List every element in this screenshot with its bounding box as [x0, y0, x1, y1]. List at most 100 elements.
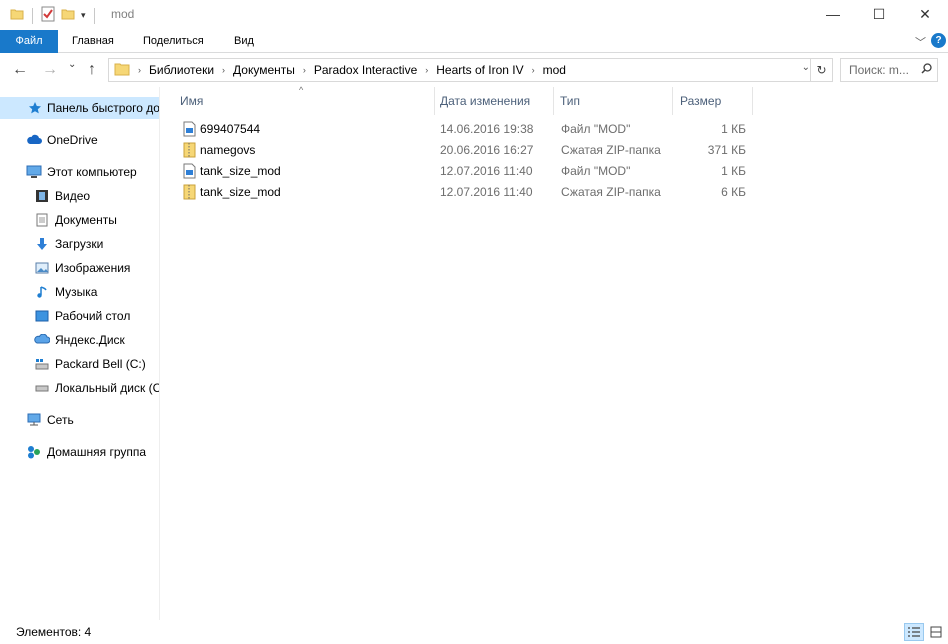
computer-icon	[26, 164, 42, 180]
table-row[interactable]: namegovs 20.06.2016 16:27 Сжатая ZIP-пап…	[179, 140, 759, 161]
column-header-date[interactable]: Дата изменения	[433, 87, 553, 115]
qat-separator	[32, 7, 33, 24]
search-placeholder: Поиск: m...	[849, 63, 909, 77]
breadcrumb-separator[interactable]: ›	[138, 65, 141, 75]
large-icons-view-button[interactable]	[926, 623, 946, 641]
music-icon	[34, 284, 50, 300]
close-button[interactable]: ✕	[902, 0, 948, 28]
back-button[interactable]: ←	[12, 61, 28, 79]
breadcrumb-item[interactable]: Документы	[233, 63, 295, 77]
file-size: 1 КБ	[721, 122, 746, 136]
mod-file-icon	[183, 163, 196, 179]
file-date: 12.07.2016 11:40	[440, 164, 533, 178]
star-icon	[28, 100, 42, 116]
file-date: 14.06.2016 19:38	[440, 122, 534, 136]
address-dropdown-button[interactable]: ⌄	[802, 62, 810, 73]
sidebar-item-onedrive[interactable]: OneDrive	[26, 129, 98, 151]
breadcrumb-separator[interactable]: ›	[222, 65, 225, 75]
navigation-bar: ← → ⌄ ↑ › Библиотеки › Документы › Parad…	[0, 53, 948, 87]
tab-file[interactable]: Файл	[0, 30, 58, 53]
sidebar-item-label: Документы	[55, 213, 117, 227]
mod-file-icon	[183, 121, 196, 137]
item-count: Элементов: 4	[16, 625, 92, 639]
maximize-button[interactable]: ☐	[856, 0, 902, 28]
sidebar-item-downloads[interactable]: Загрузки	[34, 233, 103, 255]
sidebar-item-label: Рабочий стол	[55, 309, 131, 323]
tab-view[interactable]: Вид	[234, 30, 254, 53]
properties-icon[interactable]	[41, 6, 55, 25]
sidebar-item-documents[interactable]: Документы	[34, 209, 117, 231]
sidebar-item-yandex-disk[interactable]: Яндекс.Диск	[34, 329, 125, 351]
address-bar[interactable]: › Библиотеки › Документы › Paradox Inter…	[108, 58, 833, 82]
breadcrumb-item[interactable]: Hearts of Iron IV	[436, 63, 523, 77]
tab-share[interactable]: Поделиться	[143, 30, 204, 53]
file-type: Файл "MOD"	[561, 122, 631, 136]
sidebar-item-network[interactable]: Сеть	[26, 409, 74, 431]
refresh-button[interactable]: ↻	[810, 59, 832, 81]
up-button[interactable]: ↑	[88, 61, 96, 79]
folder-icon	[114, 62, 130, 79]
table-row[interactable]: 699407544 14.06.2016 19:38 Файл "MOD" 1 …	[179, 119, 759, 140]
details-view-button[interactable]	[904, 623, 924, 641]
sidebar-item-pictures[interactable]: Изображения	[34, 257, 130, 279]
column-header-size[interactable]: Размер	[673, 87, 753, 115]
sidebar-item-music[interactable]: Музыка	[34, 281, 97, 303]
chevron-down-icon[interactable]: ﹀	[915, 34, 926, 50]
file-name: tank_size_mod	[200, 185, 281, 199]
large-icons-view-icon	[930, 626, 942, 638]
sidebar-item-homegroup[interactable]: Домашняя группа	[26, 441, 146, 463]
desktop-icon	[34, 308, 50, 324]
table-row[interactable]: tank_size_mod 12.07.2016 11:40 Сжатая ZI…	[179, 182, 759, 203]
sidebar-item-this-pc[interactable]: Этот компьютер	[26, 161, 137, 183]
navigation-pane: Панель быстрого доступа OneDrive Этот ко…	[0, 87, 160, 620]
download-icon	[34, 236, 50, 252]
column-header-type[interactable]: Тип	[553, 87, 673, 115]
sidebar-item-quick-access[interactable]: Панель быстрого доступа	[0, 97, 159, 119]
file-size: 1 КБ	[721, 164, 746, 178]
details-view-icon	[908, 627, 920, 637]
yandex-disk-icon	[34, 332, 50, 348]
homegroup-icon	[26, 444, 42, 460]
file-name: namegovs	[200, 143, 256, 157]
file-type: Сжатая ZIP-папка	[561, 185, 661, 199]
sidebar-item-label: Packard Bell (C:)	[55, 357, 146, 371]
pictures-icon	[34, 260, 50, 276]
breadcrumb-separator[interactable]: ›	[425, 65, 428, 75]
sidebar-item-video[interactable]: Видео	[34, 185, 90, 207]
file-date: 12.07.2016 11:40	[440, 185, 533, 199]
column-divider[interactable]	[752, 87, 753, 115]
search-input[interactable]: Поиск: m...	[840, 58, 938, 82]
file-name: 699407544	[200, 122, 261, 136]
window-title: mod	[111, 7, 135, 21]
breadcrumb-item[interactable]: Paradox Interactive	[314, 63, 417, 77]
system-drive-icon	[34, 356, 50, 372]
tab-home[interactable]: Главная	[72, 30, 114, 53]
file-size: 6 КБ	[721, 185, 746, 199]
sidebar-item-label: Домашняя группа	[47, 445, 147, 459]
breadcrumb-separator[interactable]: ›	[532, 65, 535, 75]
help-icon[interactable]: ?	[931, 33, 946, 48]
breadcrumb-separator[interactable]: ›	[303, 65, 306, 75]
file-list: ^ Имя Дата изменения Тип Размер 69940754…	[161, 85, 948, 620]
qat-separator	[93, 7, 95, 24]
minimize-button[interactable]: —	[810, 0, 856, 28]
sidebar-item-label: Яндекс.Диск	[55, 333, 125, 347]
sidebar-item-label: Изображения	[55, 261, 131, 275]
breadcrumb-item[interactable]: Библиотеки	[149, 63, 214, 77]
breadcrumb-item[interactable]: mod	[543, 63, 566, 77]
sidebar-item-packard-bell[interactable]: Packard Bell (C:)	[34, 353, 146, 375]
table-row[interactable]: tank_size_mod 12.07.2016 11:40 Файл "MOD…	[179, 161, 759, 182]
sidebar-item-desktop[interactable]: Рабочий стол	[34, 305, 130, 327]
recent-locations-button[interactable]: ⌄	[68, 59, 76, 70]
sidebar-item-local-disk[interactable]: Локальный диск (C	[34, 377, 159, 399]
forward-button[interactable]: →	[42, 61, 58, 79]
new-folder-icon[interactable]	[61, 7, 75, 24]
search-icon	[921, 63, 932, 77]
network-icon	[26, 412, 42, 428]
sidebar-item-label: Этот компьютер	[47, 165, 137, 179]
column-header-name[interactable]: Имя	[173, 87, 435, 115]
sidebar-item-label: Сеть	[47, 413, 74, 427]
file-type: Сжатая ZIP-папка	[561, 143, 661, 157]
customize-qat-icon[interactable]: ▾	[81, 10, 86, 21]
sidebar-item-label: OneDrive	[47, 133, 98, 147]
